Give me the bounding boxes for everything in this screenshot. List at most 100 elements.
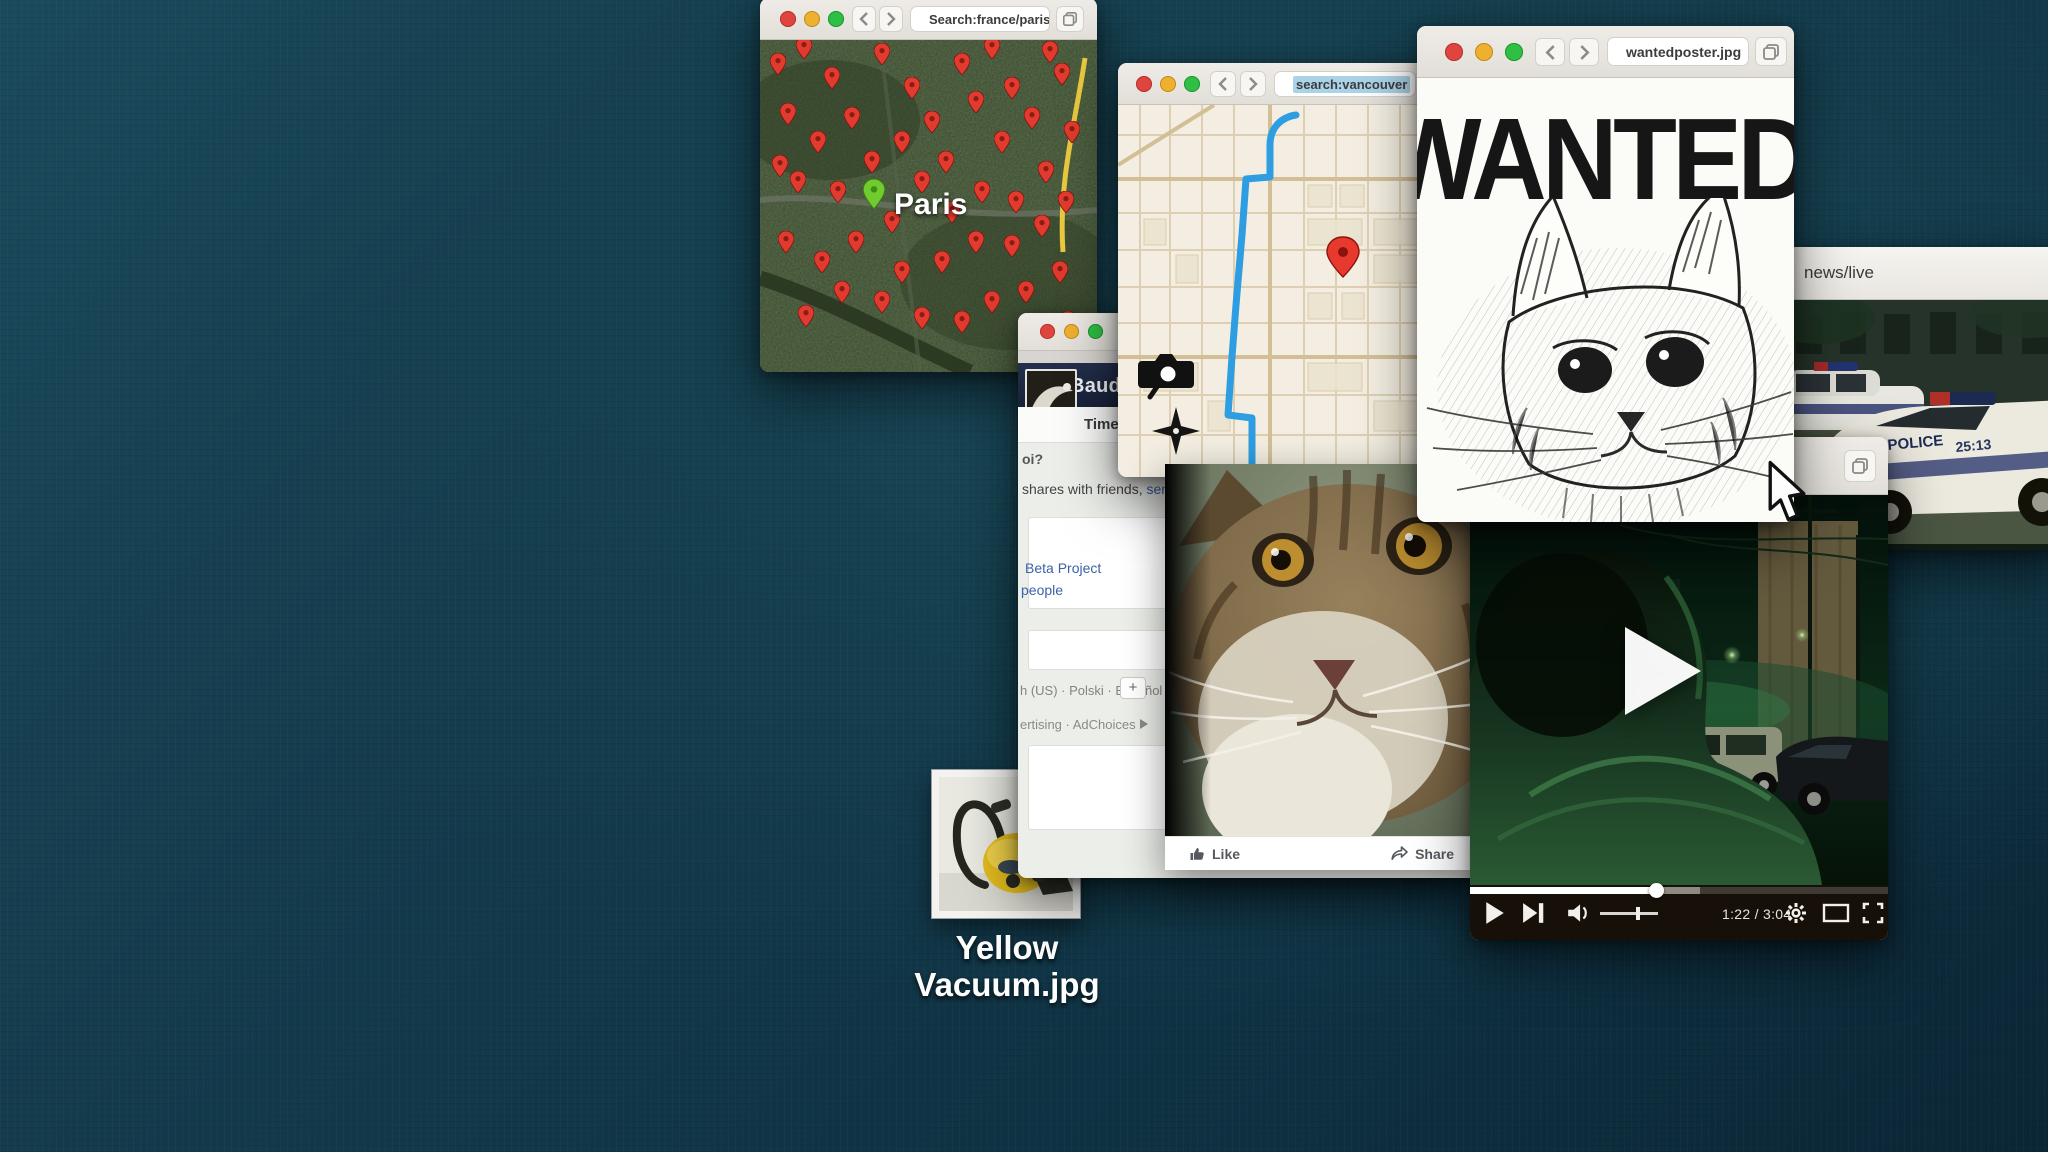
map-pin-icon xyxy=(790,171,806,193)
like-button[interactable]: Like xyxy=(1189,846,1240,862)
zoom-button[interactable] xyxy=(1184,76,1200,92)
video-screen[interactable] xyxy=(1470,495,1888,885)
vancouver-titlebar: search:vancouver xyxy=(1118,63,1424,105)
map-pin-icon xyxy=(834,281,850,303)
fb-footer-adchoices[interactable]: ertising · AdChoices xyxy=(1020,717,1148,732)
map-pin-icon xyxy=(1052,261,1068,283)
map-pin-icon xyxy=(934,251,950,273)
fb-adchoices-text: ertising · AdChoices xyxy=(1020,717,1136,732)
desktop: Yellow Vacuum.jpg Search:france/paris xyxy=(0,0,2048,1152)
fullscreen-icon[interactable] xyxy=(1862,901,1884,925)
fb-shares-fragment: shares with friends, xyxy=(1022,481,1143,497)
zoom-button[interactable] xyxy=(1088,324,1103,339)
forward-button[interactable] xyxy=(879,6,903,32)
tabs-icon[interactable] xyxy=(1755,37,1787,66)
forward-button[interactable] xyxy=(1240,71,1266,97)
window-vancouver-map: search:vancouver xyxy=(1118,63,1424,477)
map-pin-icon xyxy=(796,40,812,59)
video-progress-track[interactable] xyxy=(1470,887,1888,894)
back-button[interactable] xyxy=(1535,38,1565,66)
map-pin-icon xyxy=(814,251,830,273)
mouse-cursor-icon xyxy=(1766,460,1808,527)
map-pin-icon xyxy=(968,231,984,253)
close-button[interactable] xyxy=(1445,43,1463,61)
map-pin-icon xyxy=(968,91,984,113)
map-pin-icon xyxy=(1034,215,1050,237)
map-pin-icon xyxy=(938,151,954,173)
volume-knob[interactable] xyxy=(1636,907,1640,920)
map-pin-icon xyxy=(984,40,1000,59)
minimize-button[interactable] xyxy=(1475,43,1493,61)
map-pin-icon xyxy=(1004,77,1020,99)
fb-link-beta-project[interactable]: Beta Project xyxy=(1025,560,1101,576)
minimize-button[interactable] xyxy=(804,11,820,27)
map-pin-icon xyxy=(894,261,910,283)
map-pin-icon xyxy=(894,131,910,153)
paris-green-pin xyxy=(863,179,885,209)
map-pin-icon xyxy=(1064,121,1080,143)
play-overlay-button[interactable] xyxy=(1625,627,1701,715)
map-pin-icon xyxy=(954,311,970,333)
video-scrubber[interactable] xyxy=(1649,883,1664,898)
minimize-button[interactable] xyxy=(1160,76,1176,92)
wanted-titlebar: wantedposter.jpg xyxy=(1417,26,1794,78)
paris-titlebar: Search:france/paris xyxy=(760,0,1097,40)
map-pin-icon xyxy=(1054,63,1070,85)
play-button[interactable] xyxy=(1484,901,1506,925)
news-titlebar: news/live xyxy=(1780,247,2048,300)
map-pin-icon xyxy=(1018,281,1034,303)
close-button[interactable] xyxy=(780,11,796,27)
video-control-bar: 1:22 / 3:04 xyxy=(1470,885,1888,940)
video-played xyxy=(1470,887,1656,894)
map-pin-icon xyxy=(864,151,880,173)
next-button[interactable] xyxy=(1522,901,1546,925)
address-bar[interactable]: Search:france/paris xyxy=(910,6,1050,32)
fb-link-people[interactable]: people xyxy=(1021,582,1063,598)
fb-add-language-button[interactable]: + xyxy=(1120,677,1146,699)
map-pin-icon xyxy=(914,307,930,329)
map-pin-icon xyxy=(810,131,826,153)
theater-mode-icon[interactable] xyxy=(1822,901,1850,925)
forward-button[interactable] xyxy=(1569,38,1599,66)
news-address-text[interactable]: news/live xyxy=(1804,263,1874,283)
zoom-button[interactable] xyxy=(1505,43,1523,61)
adchoices-icon xyxy=(1140,719,1148,729)
close-button[interactable] xyxy=(1040,324,1055,339)
tabs-icon[interactable] xyxy=(1844,450,1876,482)
map-pin-icon xyxy=(1058,191,1074,213)
back-button[interactable] xyxy=(1210,71,1236,97)
settings-gear-icon[interactable] xyxy=(1784,901,1808,925)
file-name-label: Yellow Vacuum.jpg xyxy=(862,930,1152,1004)
volume-slider[interactable] xyxy=(1600,912,1658,915)
map-pin-icon xyxy=(974,181,990,203)
address-bar[interactable]: wantedposter.jpg xyxy=(1607,37,1749,66)
minimize-button[interactable] xyxy=(1064,324,1079,339)
address-bar[interactable]: search:vancouver xyxy=(1274,71,1416,97)
map-pin-icon xyxy=(830,181,846,203)
facebook-like-bar: Like Share xyxy=(1165,836,1478,870)
paris-map-label: Paris xyxy=(894,188,967,222)
share-button[interactable]: Share xyxy=(1391,846,1454,862)
address-text-selected: search:vancouver xyxy=(1293,76,1410,93)
zoom-button[interactable] xyxy=(828,11,844,27)
map-pin-icon xyxy=(994,131,1010,153)
map-pin-icon xyxy=(772,155,788,177)
map-pin-icon xyxy=(984,291,1000,313)
map-pin-icon xyxy=(874,43,890,65)
map-pin-icon xyxy=(954,53,970,75)
vancouver-street-map xyxy=(1118,105,1424,477)
map-pin-icon xyxy=(780,103,796,125)
share-icon xyxy=(1391,846,1408,861)
back-button[interactable] xyxy=(852,6,876,32)
map-pin-icon xyxy=(848,231,864,253)
map-pin-icon xyxy=(1004,235,1020,257)
facebook-post-photo: Like Share xyxy=(1165,464,1478,870)
map-pin-icon xyxy=(1008,191,1024,213)
close-button[interactable] xyxy=(1136,76,1152,92)
sketch-cat-drawing xyxy=(1417,198,1794,522)
like-label: Like xyxy=(1212,846,1240,862)
volume-icon[interactable] xyxy=(1566,901,1592,925)
map-pin-icon xyxy=(1042,41,1058,63)
window-wanted-poster: wantedposter.jpg WANTED xyxy=(1417,26,1794,522)
tabs-icon[interactable] xyxy=(1056,6,1084,32)
